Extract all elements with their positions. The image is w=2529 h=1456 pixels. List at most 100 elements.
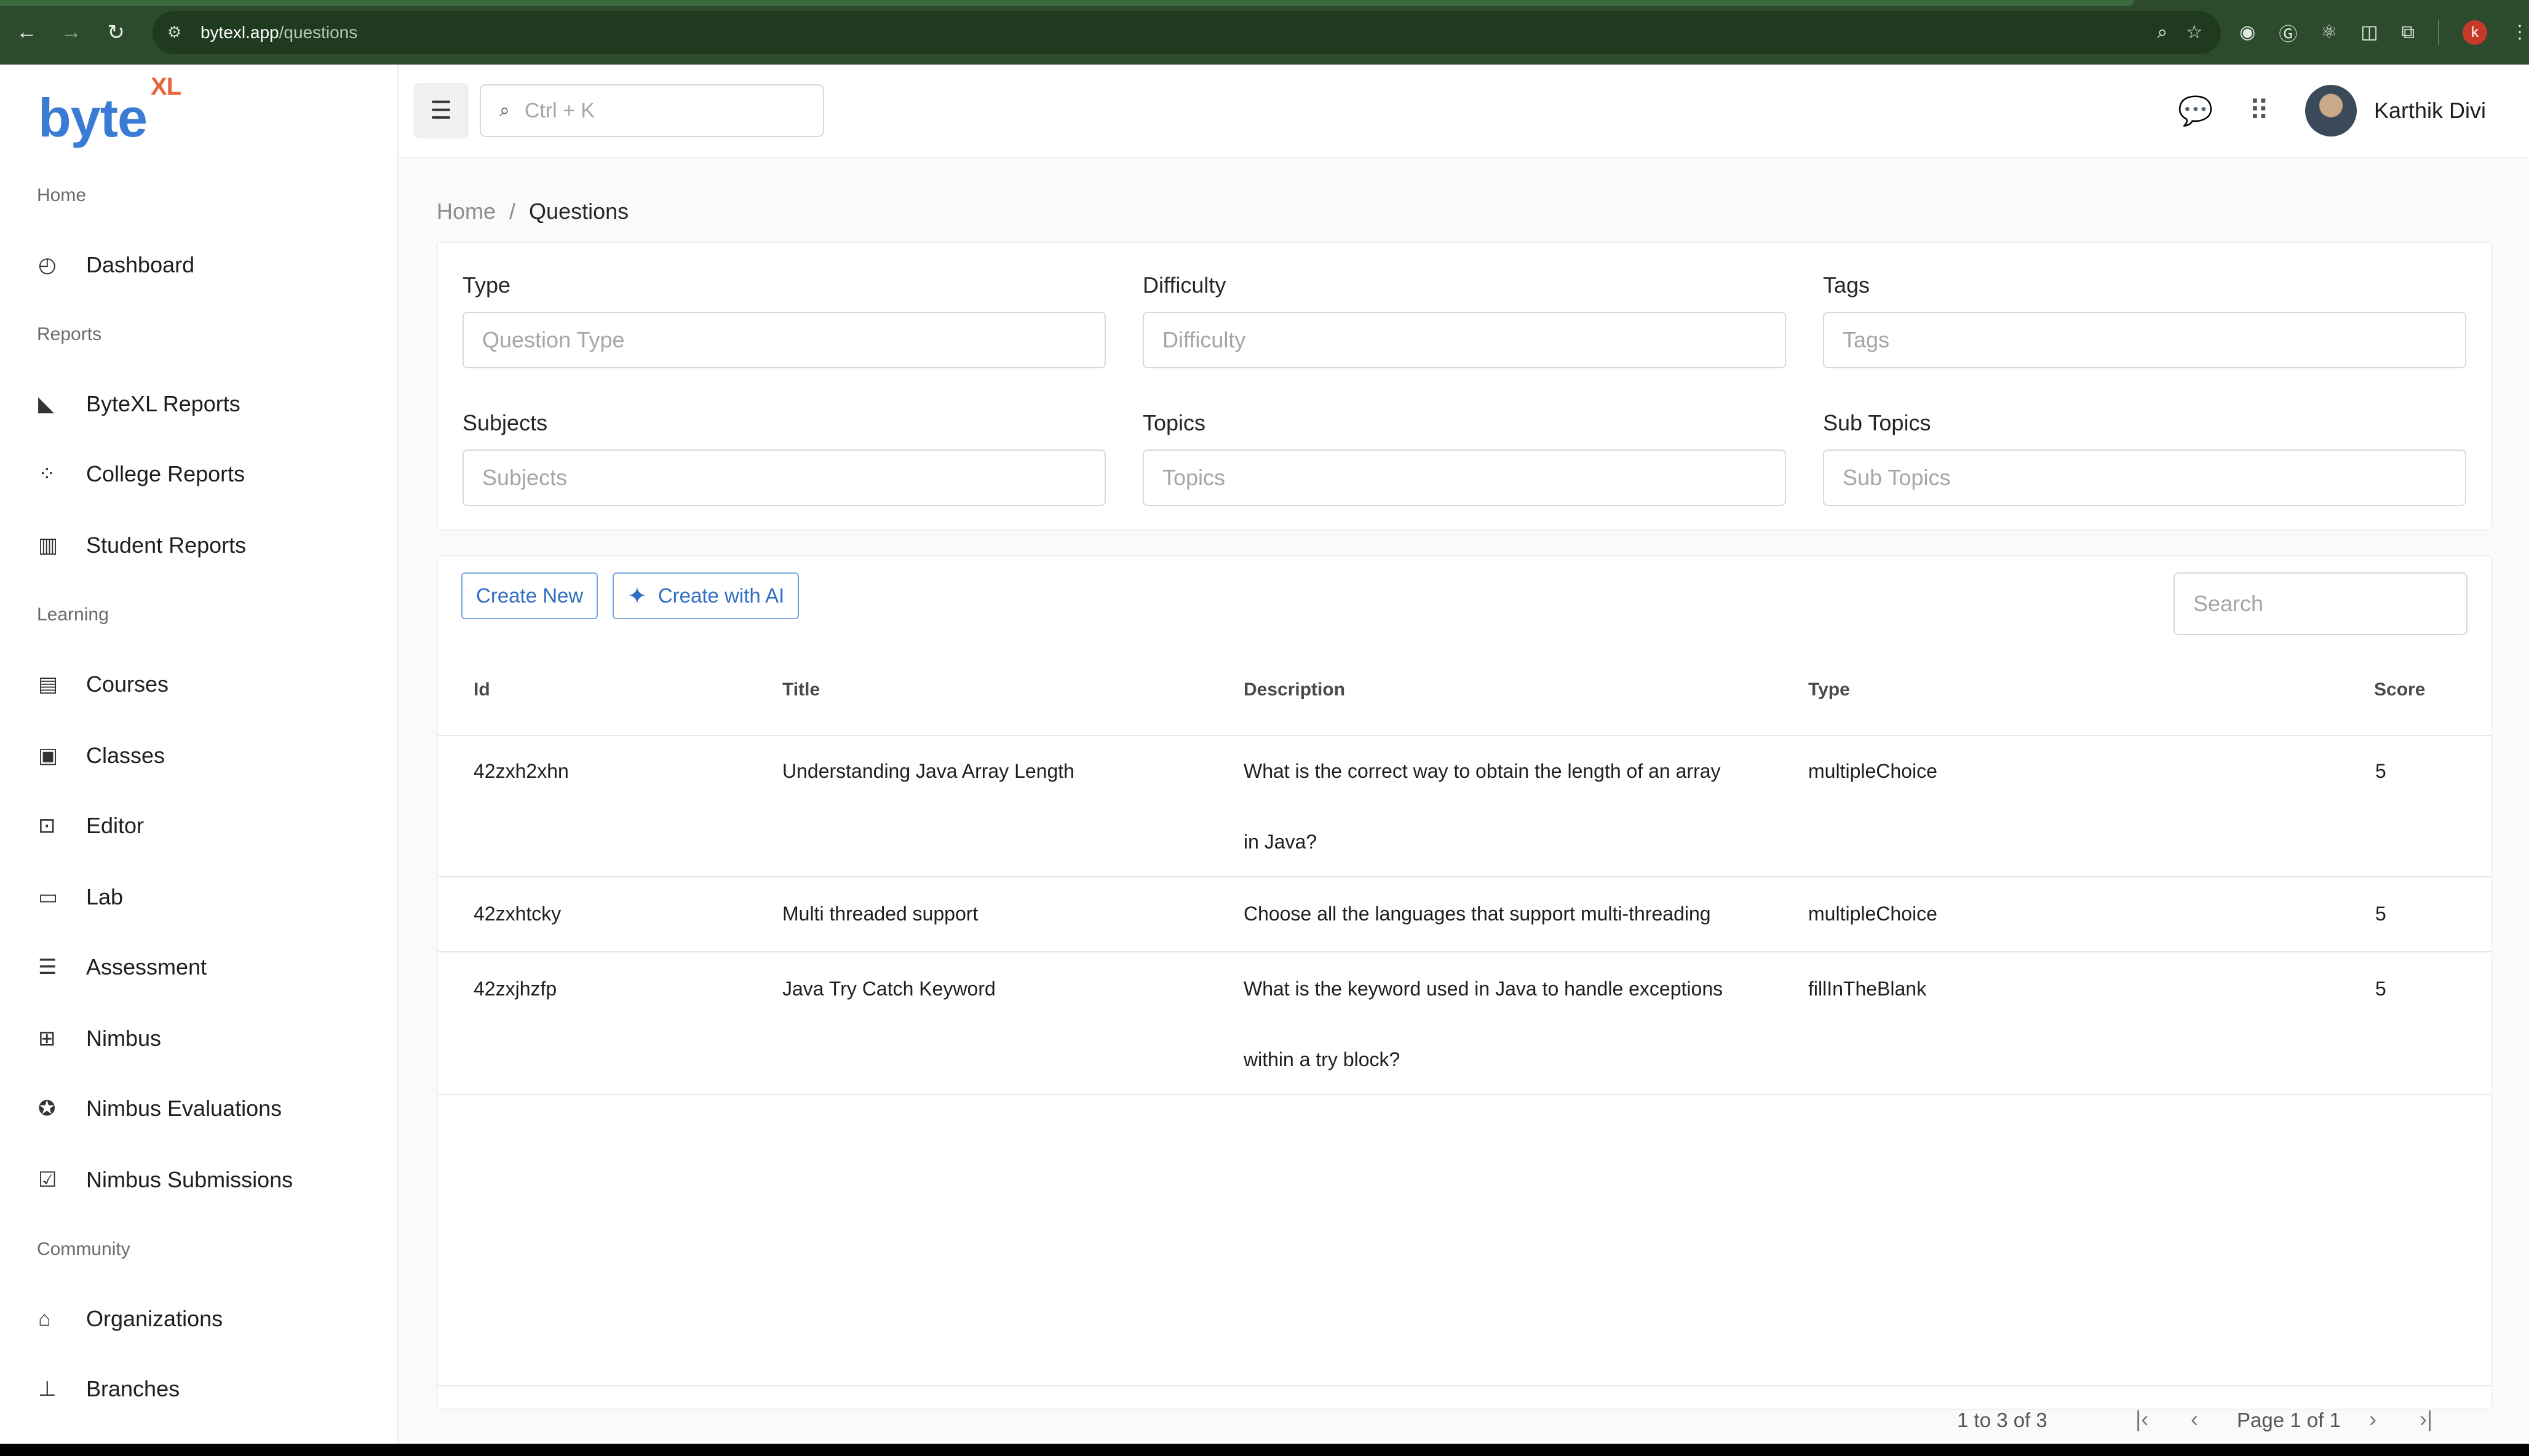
difficulty-select[interactable]: Difficulty [1143,312,1786,368]
sidebar-item-editor[interactable]: ⊡ Editor [38,807,144,844]
sidebar-item-lab[interactable]: ▭ Lab [38,879,123,916]
sidebar-item-organizations[interactable]: ⌂ Organizations [38,1300,223,1337]
sidebar-item-nimbus-submissions[interactable]: ☑ Nimbus Submissions [38,1161,293,1198]
breadcrumb: Home / Questions [437,199,629,224]
cell-description-line1: Choose all the languages that support mu… [1244,903,1711,925]
browser-toolbar: ← → ↻ ⚙ bytexl.app/questions ⌕ ☆ ◉ Ⓖ ⚛ ◫… [0,0,2529,65]
sidebar-item-nimbus-evaluations[interactable]: ✪ Nimbus Evaluations [38,1090,282,1127]
section-learning: Learning [37,604,109,625]
address-bar[interactable]: ⚙ bytexl.app/questions ⌕ ☆ [152,10,2221,54]
breadcrumb-current: Questions [529,199,629,224]
table-row[interactable]: 42zxh2xhn Understanding Java Array Lengt… [438,736,2491,877]
column-header-score[interactable]: Score [2374,679,2425,700]
user-avatar[interactable] [2305,85,2357,136]
profile-avatar[interactable]: k [2463,20,2488,45]
filter-panel: Type Question Type Difficulty Difficulty… [437,242,2492,531]
cell-id: 42zxjhzfp [474,978,557,1000]
menu-toggle-icon[interactable]: ☰ [413,83,469,138]
sidebar-item-dashboard[interactable]: ◴ Dashboard [38,247,194,283]
cell-description-line2: in Java? [1244,831,1317,853]
url-path: /questions [279,22,358,42]
cell-title: Understanding Java Array Length [782,760,1074,782]
pagination-range: 1 to 3 of 3 [1957,1409,2047,1431]
forward-arrow-icon[interactable]: → [54,14,90,51]
sidebar-item-classes[interactable]: ▣ Classes [38,737,165,774]
sidebar-item-nimbus[interactable]: ⊞ Nimbus [38,1020,161,1057]
sub-topics-label: Sub Topics [1823,410,1931,435]
dashboard-icon: ◴ [38,253,57,277]
footer-divider [438,1385,2491,1387]
first-page-icon[interactable]: |‹ [2135,1406,2148,1432]
apps-grid-icon[interactable]: ⠿ [2249,94,2269,127]
sparkle-icon: ✦ [627,583,647,609]
cell-type: multipleChoice [1808,903,1937,925]
laptop-icon: ▭ [38,885,58,909]
bytexl-logo[interactable]: byteXL [38,73,181,149]
extensions-puzzle-icon[interactable]: ⧉ [2402,22,2415,43]
extension-record-icon[interactable]: ◉ [2239,22,2255,43]
next-page-icon[interactable]: › [2369,1406,2376,1432]
question-type-select[interactable]: Question Type [463,312,1106,368]
sidebar-item-college-reports[interactable]: ⁘ College Reports [38,456,245,493]
column-header-type[interactable]: Type [1808,679,1850,700]
zoom-icon[interactable]: ⌕ [2157,22,2167,43]
back-arrow-icon[interactable]: ← [9,14,45,51]
site-settings-icon[interactable]: ⚙ [167,23,192,42]
extension-grammarly-icon[interactable]: Ⓖ [2279,19,2297,46]
book-icon: ▤ [38,673,58,696]
command-search-input[interactable]: ⌕ Ctrl + K [480,84,824,137]
table-row[interactable]: 42zxjhzfp Java Try Catch Keyword What is… [438,954,2491,1095]
cell-score: 5 [2375,978,2386,1000]
cell-score: 5 [2375,903,2386,925]
sidebar-item-assessment[interactable]: ☰ Assessment [38,949,207,986]
cell-title: Java Try Catch Keyword [782,978,996,1000]
sidebar-item-branches[interactable]: ⊥ Branches [38,1371,180,1407]
section-reports: Reports [37,324,102,344]
breadcrumb-home[interactable]: Home [437,199,496,224]
toolbar-divider [2438,20,2440,45]
sidebar: byteXL Home ◴ Dashboard Reports ◣ ByteXL R… [0,65,399,1444]
top-header: ☰ ⌕ Ctrl + K 💬 ⠿ Karthik Divi [399,65,2529,158]
cell-title: Multi threaded support [782,903,979,925]
tags-label: Tags [1823,272,1870,298]
extension-camera-icon[interactable]: ◫ [2360,22,2378,43]
url-host: bytexl.app [200,22,279,42]
table-search-input[interactable]: Search [2174,572,2467,635]
bookmark-star-icon[interactable]: ☆ [2186,22,2202,43]
cell-score: 5 [2375,760,2386,782]
browser-menu-icon[interactable]: ⋮ [2511,22,2529,43]
reload-icon[interactable]: ↻ [98,14,134,51]
extension-react-icon[interactable]: ⚛ [2321,22,2337,43]
previous-page-icon[interactable]: ‹ [2191,1406,2198,1432]
sidebar-item-student-reports[interactable]: ▥ Student Reports [38,527,246,564]
breadcrumb-separator: / [509,199,516,224]
difficulty-label: Difficulty [1143,272,1226,298]
area-chart-icon: ◣ [38,392,55,416]
column-header-title[interactable]: Title [782,679,820,700]
subjects-select[interactable]: Subjects [463,449,1106,506]
type-label: Type [463,272,511,298]
window-bottom-edge [0,1444,2529,1456]
cell-description-line2: within a try block? [1244,1048,1400,1070]
sidebar-item-courses[interactable]: ▤ Courses [38,666,169,703]
section-community: Community [37,1239,130,1259]
command-search-placeholder: Ctrl + K [524,98,595,122]
create-with-ai-button[interactable]: ✦ Create with AI [613,572,800,619]
tags-select[interactable]: Tags [1823,312,2466,368]
search-icon: ⌕ [499,100,510,121]
browser-tab-strip [0,0,2134,6]
hierarchy-icon: ⊥ [38,1377,57,1401]
sub-topics-select[interactable]: Sub Topics [1823,449,2466,506]
questions-table-card: Create New ✦ Create with AI Search Id Tit… [437,555,2492,1431]
award-icon: ✪ [38,1097,56,1120]
user-name[interactable]: Karthik Divi [2374,98,2486,124]
last-page-icon[interactable]: ›| [2420,1406,2432,1432]
create-new-button[interactable]: Create New [461,572,598,619]
chat-icon[interactable]: 💬 [2178,94,2213,128]
column-header-id[interactable]: Id [474,679,490,700]
column-header-description[interactable]: Description [1244,679,1345,700]
topics-select[interactable]: Topics [1143,449,1786,506]
table-row[interactable]: 42zxhtcky Multi threaded support Choose … [438,879,2491,952]
sidebar-item-bytexl-reports[interactable]: ◣ ByteXL Reports [38,386,240,422]
subjects-label: Subjects [463,410,548,435]
